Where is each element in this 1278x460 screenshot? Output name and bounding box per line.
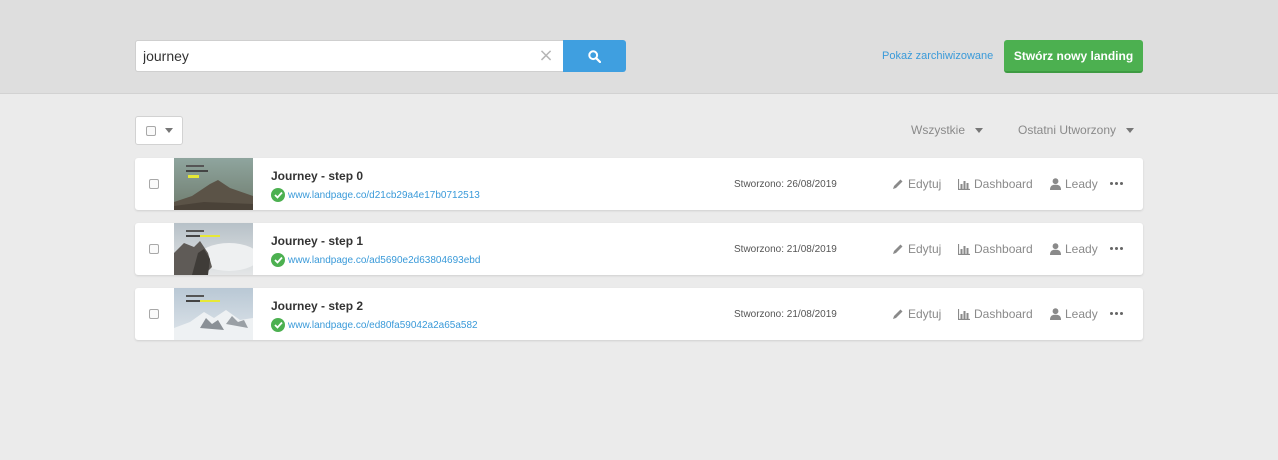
landing-thumbnail[interactable] bbox=[174, 223, 253, 275]
chevron-down-icon bbox=[975, 127, 983, 133]
row-checkbox[interactable] bbox=[149, 244, 159, 254]
thumb-highlight bbox=[200, 300, 220, 302]
pencil-icon bbox=[893, 309, 903, 319]
dashboard-button[interactable]: Dashboard bbox=[958, 242, 1033, 256]
published-check-icon bbox=[271, 318, 285, 332]
created-date: Stworzono: 26/08/2019 bbox=[734, 179, 837, 190]
leads-label: Leady bbox=[1065, 307, 1098, 321]
leads-button[interactable]: Leady bbox=[1050, 307, 1098, 321]
top-bar: × Pokaż zarchiwizowane Stwórz nowy landi… bbox=[0, 0, 1278, 94]
leads-label: Leady bbox=[1065, 242, 1098, 256]
leads-label: Leady bbox=[1065, 177, 1098, 191]
edit-label: Edytuj bbox=[908, 242, 942, 256]
thumb-line bbox=[186, 230, 204, 232]
edit-button[interactable]: Edytuj bbox=[892, 242, 941, 256]
create-landing-button[interactable]: Stwórz nowy landing bbox=[1004, 40, 1143, 73]
user-icon bbox=[1050, 308, 1061, 320]
user-icon bbox=[1050, 178, 1061, 190]
dashboard-button[interactable]: Dashboard bbox=[958, 177, 1033, 191]
pencil-icon bbox=[893, 179, 903, 189]
search-input[interactable] bbox=[135, 40, 563, 72]
dashboard-label: Dashboard bbox=[974, 307, 1033, 321]
edit-button[interactable]: Edytuj bbox=[892, 177, 941, 191]
clear-search-icon[interactable]: × bbox=[537, 47, 555, 65]
bar-chart-icon bbox=[958, 308, 970, 320]
edit-label: Edytuj bbox=[908, 177, 942, 191]
edit-label: Edytuj bbox=[908, 307, 942, 321]
dashboard-label: Dashboard bbox=[974, 177, 1033, 191]
dashboard-button[interactable]: Dashboard bbox=[958, 307, 1033, 321]
row-checkbox[interactable] bbox=[149, 179, 159, 189]
pencil-icon bbox=[893, 244, 903, 254]
thumb-highlight bbox=[200, 235, 220, 237]
more-options-icon[interactable] bbox=[1110, 247, 1125, 250]
landing-title[interactable]: Journey - step 2 bbox=[271, 299, 363, 313]
more-options-icon[interactable] bbox=[1110, 182, 1125, 185]
bar-chart-icon bbox=[958, 178, 970, 190]
chevron-down-icon bbox=[165, 128, 173, 133]
sort-label: Ostatni Utworzony bbox=[1018, 123, 1117, 137]
landing-row: Journey - step 1 www.landpage.co/ad5690e… bbox=[135, 223, 1143, 275]
landing-url-line: www.landpage.co/ad5690e2d63804693ebd bbox=[271, 253, 480, 267]
user-icon bbox=[1050, 243, 1061, 255]
status-filter-dropdown[interactable]: Wszystkie bbox=[911, 123, 983, 137]
search-bar: × bbox=[135, 40, 626, 72]
landing-title[interactable]: Journey - step 0 bbox=[271, 169, 363, 183]
leads-button[interactable]: Leady bbox=[1050, 242, 1098, 256]
landing-title[interactable]: Journey - step 1 bbox=[271, 234, 363, 248]
bulk-select-dropdown[interactable] bbox=[135, 116, 183, 145]
bulk-select-checkbox[interactable] bbox=[146, 125, 156, 136]
chevron-down-icon bbox=[1126, 127, 1135, 133]
dashboard-label: Dashboard bbox=[974, 242, 1033, 256]
thumb-line bbox=[186, 295, 204, 297]
published-check-icon bbox=[271, 253, 285, 267]
thumb-line bbox=[186, 165, 204, 167]
landing-row: Journey - step 0 www.landpage.co/d21cb29… bbox=[135, 158, 1143, 210]
published-check-icon bbox=[271, 188, 285, 202]
landing-row: Journey - step 2 www.landpage.co/ed80fa5… bbox=[135, 288, 1143, 340]
search-icon bbox=[588, 49, 601, 63]
landing-url-line: www.landpage.co/d21cb29a4e17b0712513 bbox=[271, 188, 480, 202]
bar-chart-icon bbox=[958, 243, 970, 255]
created-date: Stworzono: 21/08/2019 bbox=[734, 309, 837, 320]
landing-url-link[interactable]: www.landpage.co/ad5690e2d63804693ebd bbox=[288, 255, 480, 266]
landing-thumbnail[interactable] bbox=[174, 158, 253, 210]
leads-button[interactable]: Leady bbox=[1050, 177, 1098, 191]
thumb-line bbox=[186, 170, 208, 172]
landing-url-line: www.landpage.co/ed80fa59042a2a65a582 bbox=[271, 318, 478, 332]
row-checkbox[interactable] bbox=[149, 309, 159, 319]
created-date: Stworzono: 21/08/2019 bbox=[734, 244, 837, 255]
show-archived-link[interactable]: Pokaż zarchiwizowane bbox=[882, 50, 993, 62]
landing-url-link[interactable]: www.landpage.co/ed80fa59042a2a65a582 bbox=[288, 320, 478, 331]
landing-thumbnail[interactable] bbox=[174, 288, 253, 340]
search-button[interactable] bbox=[563, 40, 626, 72]
more-options-icon[interactable] bbox=[1110, 312, 1125, 315]
status-filter-label: Wszystkie bbox=[911, 123, 965, 137]
sort-dropdown[interactable]: Ostatni Utworzony bbox=[1018, 123, 1135, 137]
thumb-button bbox=[188, 175, 199, 178]
landing-url-link[interactable]: www.landpage.co/d21cb29a4e17b0712513 bbox=[288, 190, 480, 201]
edit-button[interactable]: Edytuj bbox=[892, 307, 941, 321]
